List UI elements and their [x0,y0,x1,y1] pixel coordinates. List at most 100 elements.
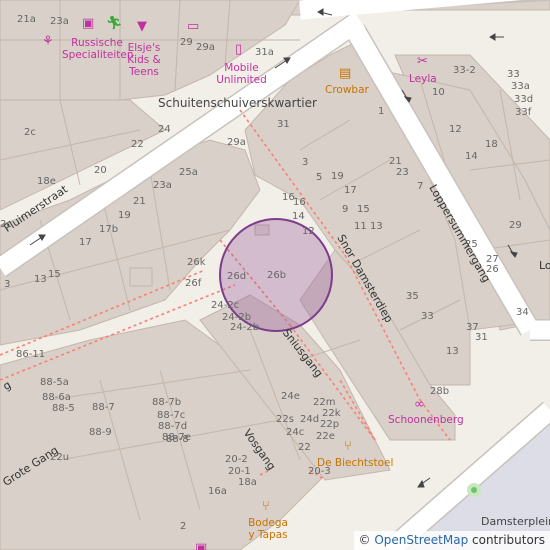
house-number: 29 [509,220,522,231]
house-number: 26f [185,278,202,289]
house-number: 3 [4,279,11,290]
house-number: 88-7b [152,397,182,408]
poi-bodega-y-tapas[interactable]: Bodega y Tapas [247,517,289,541]
perfume-icon: ⚘ [42,34,54,49]
house-number: 33f [515,107,532,118]
house-number: 16 [293,197,306,208]
house-number: 12 [302,226,315,237]
house-number: 13 [370,221,383,232]
house-number: 28b [430,386,450,397]
house-number: 24 [158,124,171,135]
poi-elsjes-kids-teens[interactable]: Elsje's Kids & Teens [124,42,164,78]
house-number: 18e [37,176,56,187]
house-number: 22 [298,442,311,453]
house-number: 33 [507,69,520,80]
restaurant-icon: ⑂ [344,439,352,454]
restaurant-icon: ⑂ [262,499,270,514]
house-number: 22e [316,431,335,442]
place-label: Schuitenschuiverskwartier [158,96,317,110]
copyright-symbol: © [358,533,371,547]
house-number: 12 [449,124,462,135]
poi-leyla[interactable]: Leyla [409,73,437,85]
house-number: 22k [322,408,341,419]
house-number: 1 [378,106,385,117]
house-number: 20-3 [308,466,331,477]
house-number: 29a [196,42,215,53]
optician-icon: ∞ [414,397,425,412]
house-number: 35 [406,291,419,302]
house-number: 19 [331,171,344,182]
house-number: 26 [486,264,499,275]
house-number: 15 [48,269,61,280]
house-number: 26k [187,257,206,268]
poi-schoonenberg[interactable]: Schoonenberg [388,414,464,426]
house-number: 26d [227,271,247,282]
house-number: 20-1 [228,466,251,477]
house-number: 88-7 [92,402,115,413]
phone-icon: ▯ [235,42,243,57]
house-number: 29a [227,137,246,148]
house-number: 86-11 [16,349,46,360]
house-number: 33d [514,94,534,105]
house-number: 33 [421,311,434,322]
house-number: 2c [24,127,36,138]
house-number: 22 [131,139,144,150]
house-number: 31a [255,47,274,58]
shop-icon: ▣ [195,541,208,550]
house-number: 13 [446,346,459,357]
house-number: 2c [0,219,12,230]
house-number: 19 [118,210,131,221]
house-number: 22u [50,452,70,463]
house-number: 34 [516,307,529,318]
clothing-icon: ▼ [137,19,147,34]
computer-icon: ▭ [187,19,200,34]
square-label: Damsterplein [481,515,550,528]
house-number: 33a [511,81,530,92]
house-number: 15 [357,204,370,215]
house-number: 22p [320,419,340,430]
house-number: 88-8 [166,434,189,445]
house-number: 23 [396,167,409,178]
poi-russische-specialiteiten[interactable]: Russische Specialiteiten [62,37,133,61]
poi-mobile-unlimited[interactable]: Mobile Unlimited [214,62,269,86]
house-number: 7 [417,181,424,192]
house-number: 3 [302,157,309,168]
house-number: 11 [354,221,367,232]
beer-icon: ▤ [339,66,352,81]
house-number: 2 [180,521,187,532]
attribution: © OpenStreetMap contributors [353,531,550,550]
house-number: 24c [286,427,305,438]
house-number: 88-7c [157,410,186,421]
map-canvas[interactable]: Schuitenschuiverskwartier Damsterplein P… [0,0,550,550]
house-number: 25 [465,239,478,250]
house-number: 14 [465,151,478,162]
house-number: 21 [133,196,146,207]
street-label-fragment-right: Lo [539,259,550,272]
house-number: 20-2 [225,454,248,465]
park-marker-center [471,487,477,493]
house-number: 9 [342,204,349,215]
attribution-suffix: contributors [472,533,545,547]
house-number: 22m [313,397,336,408]
house-number: 16a [208,486,227,497]
house-number: 17 [79,237,92,248]
house-number: 88-5 [52,403,75,414]
house-number: 88-7d [158,421,188,432]
house-number: 23a [153,180,172,191]
house-number: 31 [277,119,290,130]
house-number: 24-2c [211,300,240,311]
house-number: 22s [276,414,294,425]
house-number: 13 [34,274,47,285]
osm-link[interactable]: OpenStreetMap [374,533,468,547]
poi-crowbar[interactable]: Crowbar [325,84,369,96]
house-number: 88-9 [89,427,112,438]
house-number: 21 [389,156,402,167]
house-number: 33-2 [453,65,476,76]
house-number: 10 [432,87,445,98]
house-number: 31 [475,332,488,343]
house-number: 88-5a [40,377,69,388]
house-number: 18 [485,139,498,150]
house-number: 14 [292,211,305,222]
house-number: 24d [300,414,320,425]
house-number: 23a [50,16,69,27]
